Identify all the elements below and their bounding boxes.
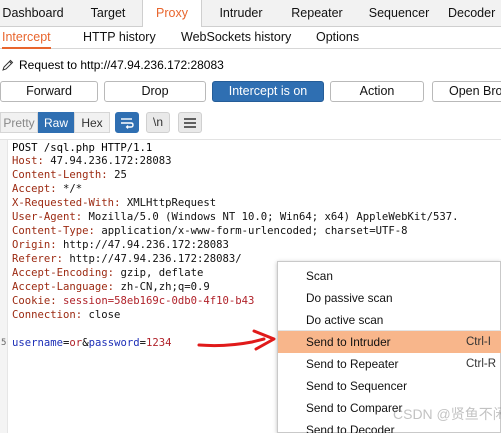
- open-browser-button[interactable]: Open Brow: [432, 81, 501, 102]
- pretty-view-button[interactable]: Pretty: [0, 112, 38, 133]
- tab-sequencer[interactable]: Sequencer: [362, 0, 436, 27]
- tab-http-history[interactable]: HTTP history: [83, 27, 156, 49]
- request-target-label: Request to http://47.94.236.172:28083: [19, 58, 224, 72]
- hex-view-button[interactable]: Hex: [74, 112, 110, 133]
- tab-dashboard[interactable]: Dashboard: [0, 0, 66, 27]
- tab-websockets-history[interactable]: WebSockets history: [181, 27, 291, 49]
- header-line: Referer: http://47.94.236.172:28083/: [12, 253, 242, 265]
- proxy-sub-tab-bar: Intercept HTTP history WebSockets histor…: [0, 27, 501, 49]
- menu-item-send-to-intruder[interactable]: Send to Intruder Ctrl-I: [278, 331, 501, 353]
- header-line: Content-Length: 25: [12, 169, 127, 181]
- main-tab-bar: Dashboard Target Proxy Intruder Repeater…: [0, 0, 501, 28]
- tab-target[interactable]: Target: [78, 0, 138, 27]
- header-line: Connection: close: [12, 309, 121, 321]
- tab-intruder[interactable]: Intruder: [208, 0, 274, 27]
- pencil-icon: [2, 59, 14, 71]
- hamburger-icon: [184, 118, 196, 128]
- wrap-lines-icon: [121, 118, 134, 129]
- forward-button[interactable]: Forward: [0, 81, 98, 102]
- drop-button[interactable]: Drop: [104, 81, 206, 102]
- menu-item-passive-scan[interactable]: Do passive scan: [278, 287, 501, 309]
- menu-item-active-scan[interactable]: Do active scan: [278, 309, 501, 331]
- menu-item-send-to-sequencer[interactable]: Send to Sequencer: [278, 375, 501, 397]
- editor-gutter: [0, 140, 8, 433]
- header-line: Origin: http://47.94.236.172:28083: [12, 239, 229, 251]
- annotation-arrow-icon: [197, 329, 276, 351]
- editor-menu-button[interactable]: [178, 112, 202, 133]
- header-line: Accept-Encoding: gzip, deflate: [12, 267, 204, 279]
- tab-repeater[interactable]: Repeater: [282, 0, 352, 27]
- line-number: 5: [1, 338, 7, 348]
- header-line: Content-Type: application/x-www-form-url…: [12, 225, 408, 237]
- tab-proxy[interactable]: Proxy: [142, 0, 202, 28]
- header-line: User-Agent: Mozilla/5.0 (Windows NT 10.0…: [12, 211, 459, 223]
- header-line: Cookie: session=58eb169c-0db0-4f10-b43: [12, 295, 255, 307]
- show-newlines-button[interactable]: \n: [146, 112, 170, 133]
- header-line: Accept: */*: [12, 183, 83, 195]
- tab-decoder[interactable]: Decoder: [448, 0, 501, 27]
- raw-view-button[interactable]: Raw: [38, 112, 74, 133]
- tab-options[interactable]: Options: [316, 27, 359, 49]
- wrap-lines-button[interactable]: [115, 112, 139, 133]
- header-line: Host: 47.94.236.172:28083: [12, 155, 172, 167]
- menu-item-send-to-repeater[interactable]: Send to Repeater Ctrl-R: [278, 353, 501, 375]
- menu-item-scan[interactable]: Scan: [278, 265, 501, 287]
- intercept-toggle-button[interactable]: Intercept is on: [212, 81, 324, 102]
- watermark: CSDN @贤鱼不闲: [393, 406, 501, 422]
- request-line: POST /sql.php HTTP/1.1: [12, 142, 153, 154]
- header-line: Accept-Language: zh-CN,zh;q=0.9: [12, 281, 210, 293]
- tab-intercept[interactable]: Intercept: [2, 27, 51, 49]
- header-line: X-Requested-With: XMLHttpRequest: [12, 197, 217, 209]
- request-body-line: username=or&password=1234: [12, 337, 172, 349]
- action-button[interactable]: Action: [330, 81, 424, 102]
